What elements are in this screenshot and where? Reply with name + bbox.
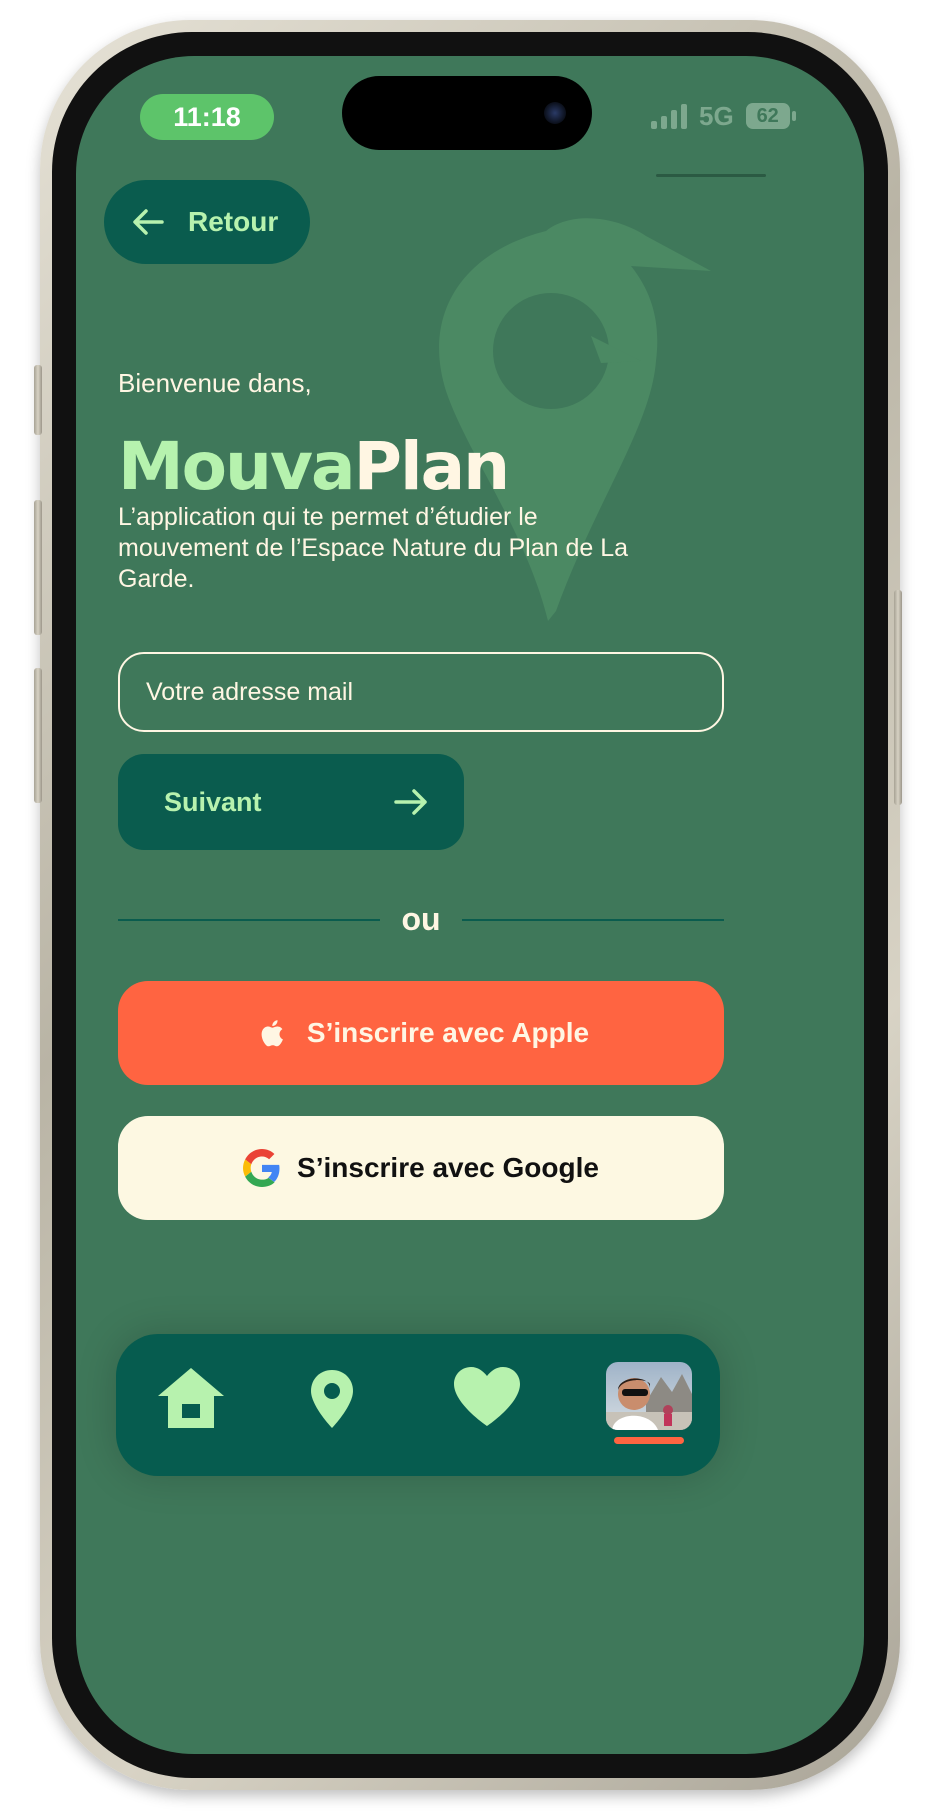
or-separator: ou <box>401 901 441 937</box>
welcome-text: Bienvenue dans, <box>118 368 312 398</box>
home-icon[interactable] <box>156 1366 226 1430</box>
profile-avatar[interactable] <box>606 1362 692 1430</box>
google-signup-label: S’inscrire avec Google <box>297 1152 599 1183</box>
next-button[interactable]: Suivant <box>118 754 464 850</box>
divider-left <box>118 919 380 921</box>
active-tab-indicator <box>614 1437 684 1444</box>
action-button <box>34 365 42 435</box>
power-button <box>894 590 902 805</box>
volume-down-button <box>34 668 42 803</box>
app-brand-title: MouvaPlan <box>118 434 510 500</box>
app-tagline: L’application qui te permet d’étudier le… <box>118 503 629 593</box>
google-signup-button[interactable]: S’inscrire avec Google <box>118 1116 724 1220</box>
dynamic-island <box>342 76 592 150</box>
signal-bars-icon <box>651 103 687 129</box>
divider-right <box>462 919 724 921</box>
next-label: Suivant <box>164 786 262 817</box>
email-input[interactable] <box>118 652 724 732</box>
volume-up-button <box>34 500 42 635</box>
network-type: 5G <box>699 100 734 131</box>
status-underline <box>656 174 766 177</box>
brand-part-2: Plan <box>353 428 511 505</box>
arrow-right-icon <box>394 789 427 815</box>
app-screen: 11:18 5G 62 Retour Bienvenue dans, Mouva… <box>76 56 864 1754</box>
status-time: 11:18 <box>140 94 274 140</box>
apple-signup-label: S’inscrire avec Apple <box>306 1017 590 1048</box>
battery-level: 62 <box>756 104 779 127</box>
brand-part-1: Mouva <box>118 428 356 505</box>
back-button[interactable]: Retour <box>104 180 310 264</box>
back-label: Retour <box>188 206 279 237</box>
apple-signup-button[interactable]: S’inscrire avec Apple <box>118 981 724 1085</box>
bottom-nav <box>116 1334 720 1476</box>
location-pin-icon[interactable] <box>308 1368 356 1430</box>
arrow-left-icon <box>133 209 164 235</box>
apple-icon <box>261 1020 283 1047</box>
camera-icon <box>544 102 566 124</box>
battery-icon: 62 <box>745 103 796 129</box>
status-indicators: 5G 62 <box>651 96 796 136</box>
google-icon <box>243 1149 280 1187</box>
heart-icon[interactable] <box>452 1366 522 1428</box>
